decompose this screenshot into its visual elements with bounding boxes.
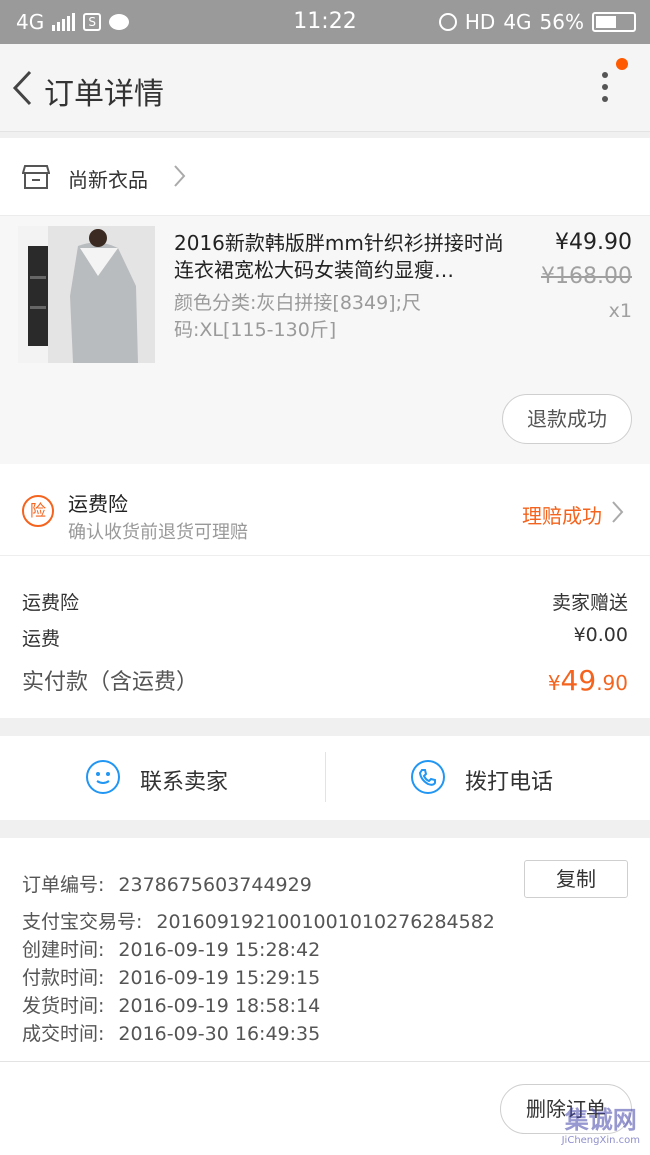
fee-value: ¥0.00 <box>573 624 628 646</box>
total-amount: ¥49.90 <box>548 664 628 697</box>
page-title: 订单详情 <box>44 77 164 112</box>
insurance-subtitle: 确认收货前退货可理赔 <box>68 522 248 543</box>
network-type-right: 4G <box>503 10 532 34</box>
chevron-right-icon <box>172 164 186 192</box>
contact-seller-label: 联系卖家 <box>140 770 229 795</box>
shipping-insurance-row[interactable]: 险 运费险 确认收货前退货可理赔 理赔成功 <box>0 464 650 556</box>
info-label: 创建时间: <box>22 939 105 961</box>
shop-name: 尚新衣品 <box>68 168 148 192</box>
shipped-time: 2016-09-19 18:58:14 <box>118 995 321 1017</box>
shop-row[interactable]: 尚新衣品 <box>0 138 650 216</box>
paid-row: 付款时间: 2016-09-19 15:29:15 <box>22 963 320 990</box>
contact-bar: 联系卖家 拨打电话 <box>0 736 650 820</box>
fee-row-total: 实付款（含运费） ¥49.90 <box>22 664 628 697</box>
insurance-title: 运费险 <box>68 492 128 516</box>
product-price: ¥49.90 <box>555 230 632 255</box>
chevron-right-icon <box>610 500 624 528</box>
call-phone-button[interactable]: 拨打电话 <box>325 736 650 820</box>
fee-label: 运费 <box>22 628 61 650</box>
created-row: 创建时间: 2016-09-19 15:28:42 <box>22 935 320 962</box>
shipped-row: 发货时间: 2016-09-19 18:58:14 <box>22 991 320 1018</box>
product-quantity: x1 <box>608 300 632 322</box>
closed-time: 2016-09-30 16:49:35 <box>118 1023 321 1045</box>
total-decimal: .90 <box>596 671 628 695</box>
fee-label: 运费险 <box>22 592 80 614</box>
status-right: HD 4G 56% <box>438 10 636 34</box>
nav-bar: 订单详情 <box>0 44 650 132</box>
more-menu-icon[interactable] <box>590 68 620 108</box>
info-label: 成交时间: <box>22 1023 105 1045</box>
bottom-bar: 删除订单 <box>0 1062 650 1155</box>
created-time: 2016-09-19 15:28:42 <box>118 939 321 961</box>
call-phone-label: 拨打电话 <box>465 770 554 795</box>
product-image[interactable] <box>18 226 155 363</box>
info-label: 支付宝交易号: <box>22 911 143 933</box>
store-icon <box>21 164 51 194</box>
info-label: 发货时间: <box>22 995 105 1017</box>
alipay-row: 支付宝交易号: 2016091921001001010276284582 <box>22 907 495 934</box>
fee-row-insurance: 运费险 卖家赠送 <box>22 588 628 615</box>
product-item[interactable]: 2016新款韩版胖mm针织衫拼接时尚连衣裙宽松大码女装简约显瘦… 颜色分类:灰白… <box>0 216 650 464</box>
watermark-en: JiChengXin.com <box>561 1135 640 1146</box>
hd-label: HD <box>464 10 496 34</box>
product-title: 2016新款韩版胖mm针织衫拼接时尚连衣裙宽松大码女装简约显瘦… <box>174 231 504 282</box>
battery-icon <box>592 12 636 32</box>
status-bar: 4G S 11:22 HD 4G 56% <box>0 0 650 44</box>
battery-percent: 56% <box>539 10 584 34</box>
watermark-cn: 集诚网 <box>564 1106 637 1134</box>
total-label: 实付款（含运费） <box>22 670 199 695</box>
refund-status-button[interactable]: 退款成功 <box>502 394 632 444</box>
chat-icon <box>86 760 120 794</box>
alipay-number: 2016091921001001010276284582 <box>156 911 495 933</box>
contact-seller-button[interactable]: 联系卖家 <box>0 736 325 820</box>
notification-dot <box>616 58 628 70</box>
info-label: 订单编号: <box>22 874 105 896</box>
order-info: 订单编号: 2378675603744929 复制 支付宝交易号: 20160919… <box>0 838 650 1062</box>
total-integer: 49 <box>560 664 597 697</box>
phone-icon <box>411 760 445 794</box>
product-original-price: ¥168.00 <box>541 264 632 289</box>
product-sku: 颜色分类:灰白拼接[8349];尺码:XL[115-130斤] <box>174 292 421 341</box>
back-arrow-icon[interactable] <box>10 68 40 108</box>
paid-time: 2016-09-19 15:29:15 <box>118 967 321 989</box>
fee-summary: 运费险 卖家赠送 运费 ¥0.00 实付款（含运费） ¥49.90 <box>0 556 650 718</box>
info-label: 付款时间: <box>22 967 105 989</box>
insurance-badge-icon: 险 <box>22 495 54 527</box>
fee-row-shipping: 运费 ¥0.00 <box>22 624 628 651</box>
copy-button[interactable]: 复制 <box>524 860 628 898</box>
order-number-row: 订单编号: 2378675603744929 <box>22 870 312 897</box>
alarm-icon <box>438 13 457 31</box>
insurance-status: 理赔成功 <box>522 504 602 528</box>
fee-value: 卖家赠送 <box>551 592 628 614</box>
order-number: 2378675603744929 <box>118 874 312 896</box>
closed-row: 成交时间: 2016-09-30 16:49:35 <box>22 1019 320 1046</box>
watermark: 集诚网 JiChengXin.com <box>562 1100 640 1146</box>
battery-fill <box>596 16 617 28</box>
total-currency: ¥ <box>547 671 561 695</box>
